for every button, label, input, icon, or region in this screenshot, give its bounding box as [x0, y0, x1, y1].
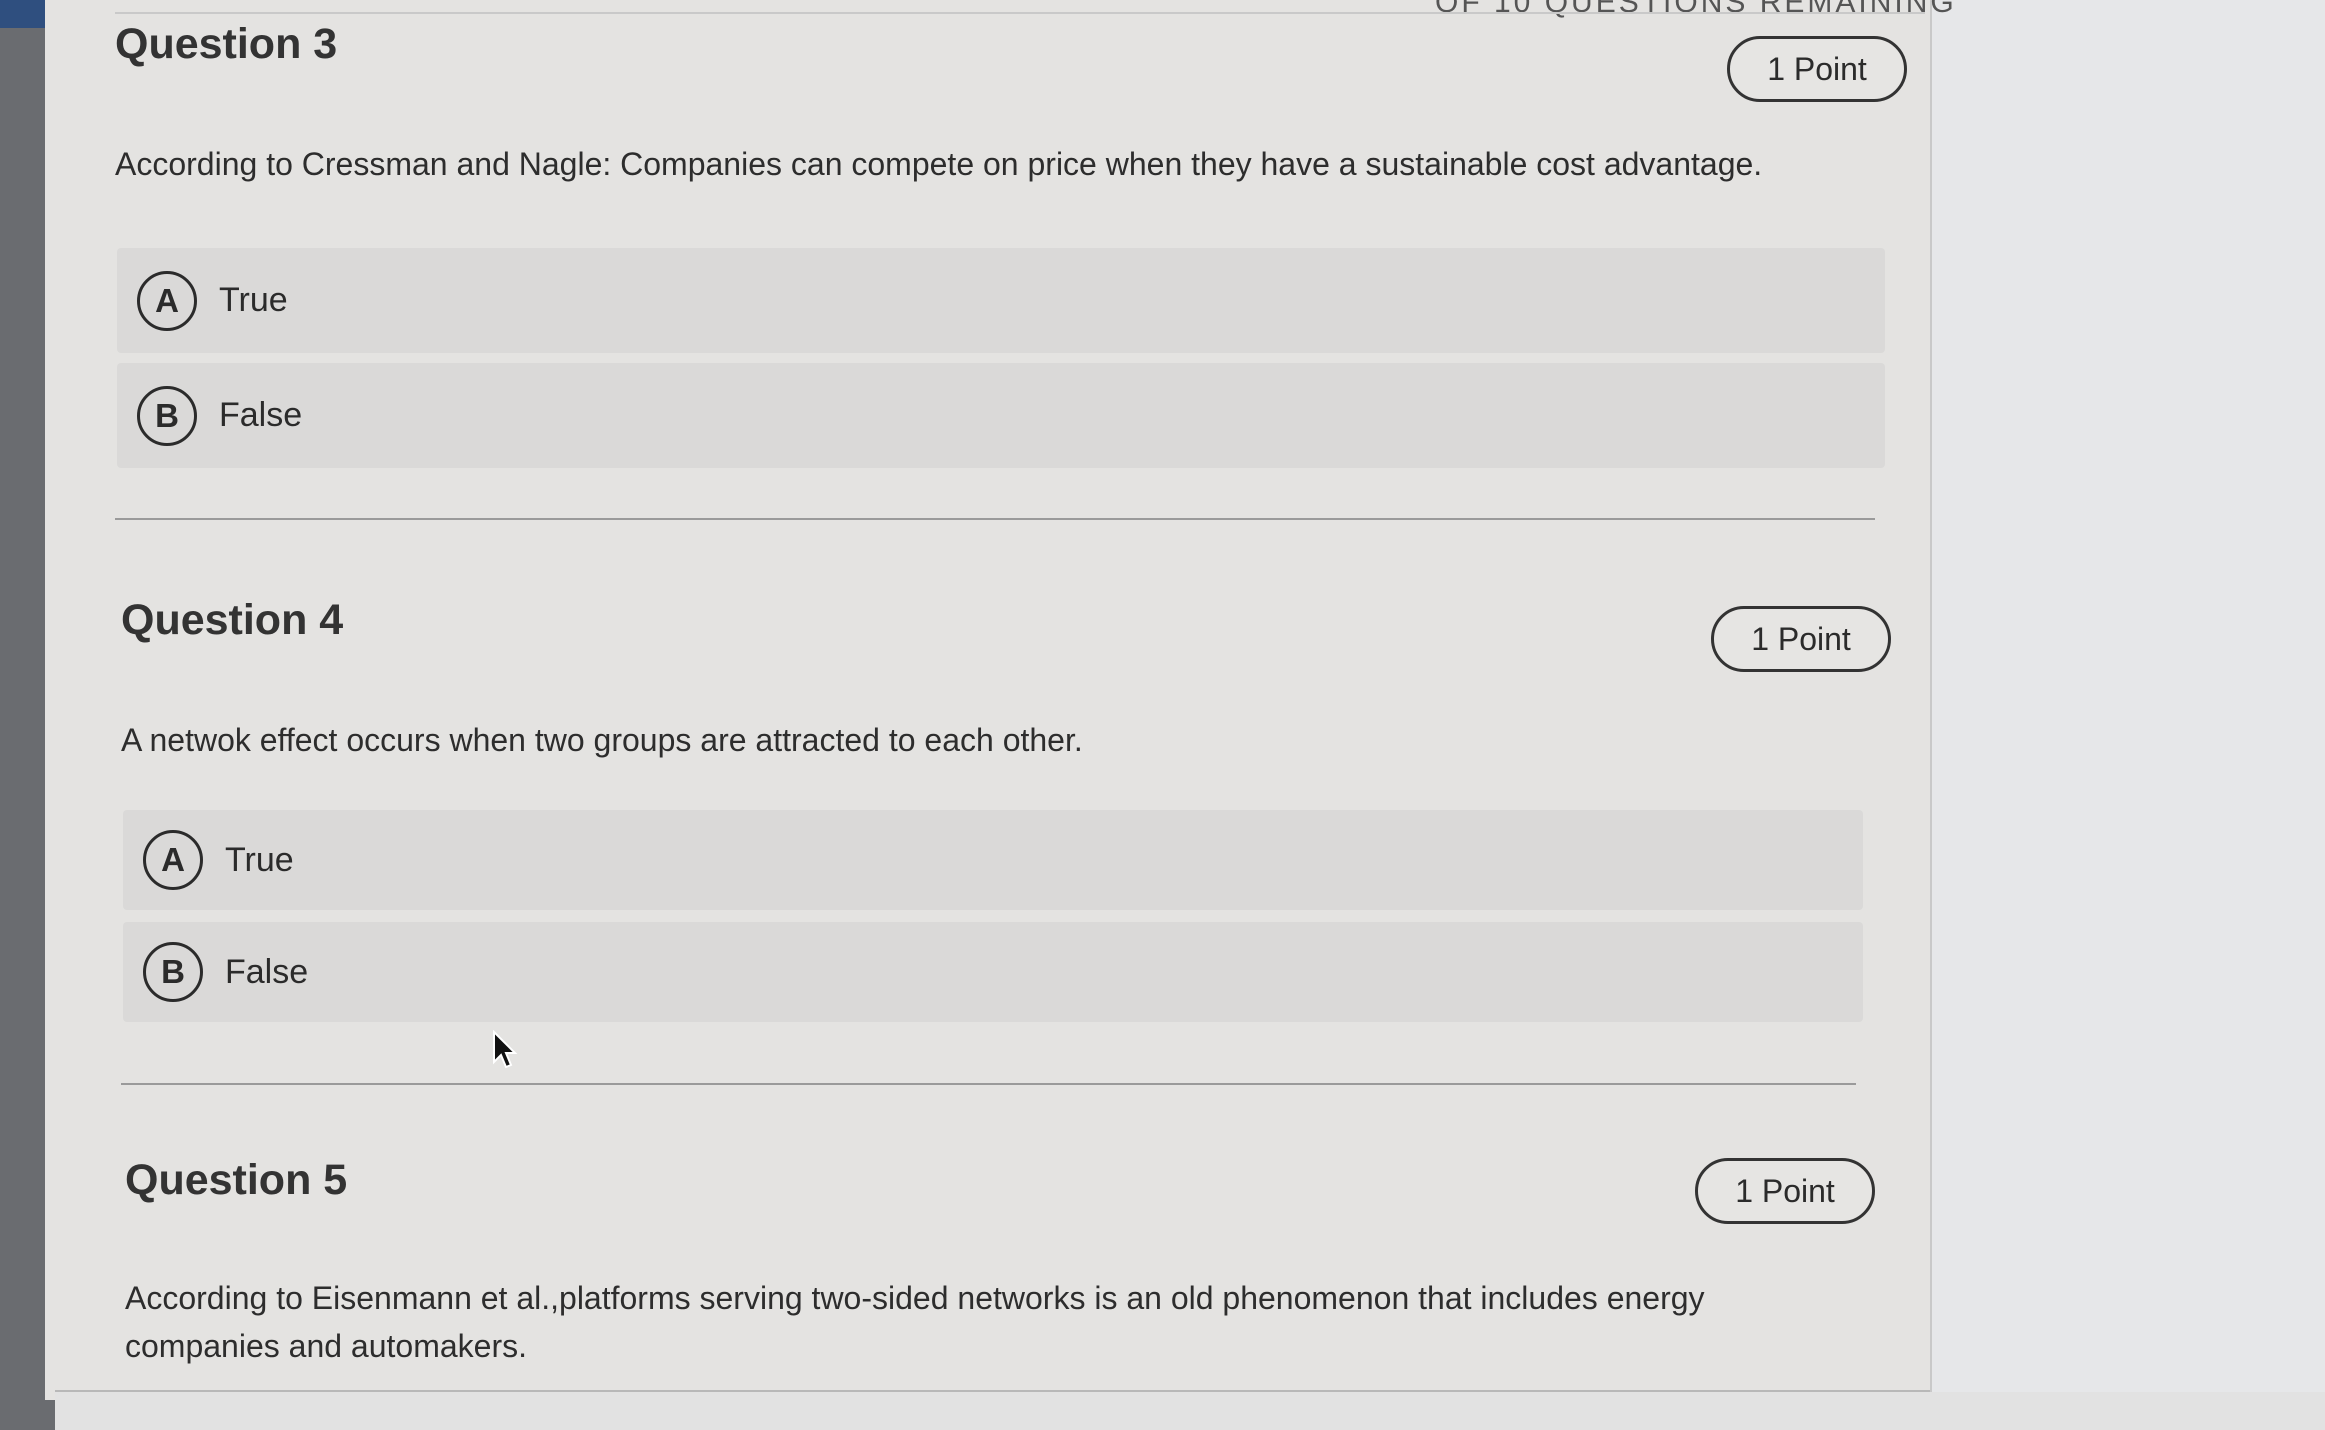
points-badge: 1 Point [1711, 606, 1891, 672]
question-text: According to Cressman and Nagle: Compani… [115, 146, 1763, 182]
option-false[interactable]: B False [117, 363, 1885, 468]
question-title: Question 4 [121, 596, 344, 644]
points-badge: 1 Point [1695, 1158, 1875, 1224]
option-true[interactable]: A True [117, 248, 1885, 353]
option-letter-badge: B [143, 942, 203, 1002]
option-label: False [225, 952, 309, 991]
question-divider [115, 518, 1875, 520]
question-title: Question 3 [115, 20, 338, 68]
bottom-strip [55, 1392, 2325, 1430]
question-block-5: Question 5 1 Point According to Eisenman… [125, 1156, 1905, 1386]
questions-remaining-label: OF 10 QUESTIONS REMAINING [1435, 0, 1957, 19]
option-label: False [219, 396, 303, 434]
question-text: According to Eisenmann et al.,platforms … [125, 1280, 1705, 1364]
question-divider [121, 1083, 1856, 1085]
points-badge: 1 Point [1727, 36, 1907, 102]
right-background [1930, 0, 2325, 1430]
option-label: True [225, 840, 294, 879]
option-false[interactable]: B False [123, 922, 1863, 1022]
option-label: True [219, 281, 288, 319]
option-true[interactable]: A True [123, 810, 1863, 910]
top-divider [115, 12, 1925, 14]
mouse-pointer-icon [493, 1030, 518, 1069]
option-letter-badge: A [143, 830, 203, 890]
question-text: A netwok effect occurs when two groups a… [121, 722, 1083, 758]
question-block-3: Question 3 1 Point According to Cressman… [115, 20, 1907, 500]
question-block-4: Question 4 1 Point A netwok effect occur… [121, 596, 1901, 1036]
quiz-panel: OF 10 QUESTIONS REMAINING Question 3 1 P… [45, 0, 1954, 1400]
question-title: Question 5 [125, 1156, 348, 1204]
option-letter-badge: A [137, 270, 197, 331]
option-letter-badge: B [137, 385, 197, 446]
